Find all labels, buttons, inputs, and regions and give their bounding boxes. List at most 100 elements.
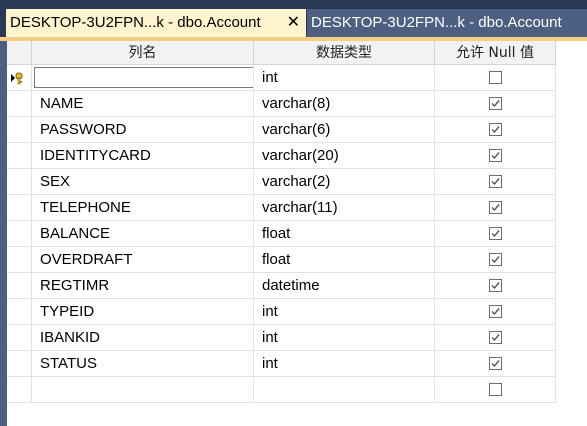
table-row[interactable]: IDENTITYCARD varchar(20) <box>7 143 556 169</box>
allow-null-cell <box>435 65 556 91</box>
table-row[interactable]: OVERDRAFT float <box>7 247 556 273</box>
header-allow-null[interactable]: 允许 Null 值 <box>435 41 556 65</box>
data-type-cell[interactable]: varchar(6) <box>254 117 435 143</box>
allow-null-cell <box>435 117 556 143</box>
allow-null-checkbox[interactable] <box>488 382 502 396</box>
allow-null-cell <box>435 221 556 247</box>
column-name-cell[interactable]: REGTIMR <box>32 273 254 299</box>
row-selector[interactable] <box>7 169 32 195</box>
row-selector[interactable] <box>7 325 32 351</box>
header-corner <box>7 41 32 65</box>
table-row[interactable]: IBANKID int <box>7 325 556 351</box>
table-row[interactable]: TYPEID int <box>7 299 556 325</box>
allow-null-cell <box>435 351 556 377</box>
table-row[interactable]: PASSWORD varchar(6) <box>7 117 556 143</box>
column-name-cell[interactable]: TYPEID <box>32 299 254 325</box>
column-name-cell[interactable]: TELEPHONE <box>32 195 254 221</box>
row-selector[interactable] <box>7 221 32 247</box>
row-selector[interactable] <box>7 273 32 299</box>
left-panel-edge <box>0 41 7 426</box>
checkmark-icon <box>491 359 500 367</box>
allow-null-cell <box>435 273 556 299</box>
allow-null-checkbox-checked[interactable] <box>488 200 502 214</box>
allow-null-checkbox-checked[interactable] <box>488 356 502 370</box>
data-type-cell[interactable]: int <box>254 299 435 325</box>
checkmark-icon <box>491 125 500 133</box>
data-type-cell[interactable]: varchar(11) <box>254 195 435 221</box>
column-name-cell[interactable]: IDENTITYCARD <box>32 143 254 169</box>
column-name-text: NAME <box>40 95 84 112</box>
allow-null-checkbox-checked[interactable] <box>488 96 502 110</box>
row-selector[interactable] <box>7 377 32 403</box>
checkmark-icon <box>491 333 500 341</box>
column-name-cell[interactable] <box>32 377 254 403</box>
data-type-text: int <box>262 355 278 372</box>
data-type-cell[interactable]: varchar(8) <box>254 91 435 117</box>
column-name-cell[interactable]: STATUS <box>32 351 254 377</box>
column-name-cell[interactable]: PASSWORD <box>32 117 254 143</box>
column-name-cell[interactable] <box>32 65 254 91</box>
data-type-text: varchar(8) <box>262 95 331 112</box>
row-selector[interactable] <box>7 195 32 221</box>
column-name-cell[interactable]: NAME <box>32 91 254 117</box>
allow-null-checkbox-checked[interactable] <box>488 278 502 292</box>
row-selector[interactable] <box>7 91 32 117</box>
data-type-cell[interactable]: float <box>254 221 435 247</box>
allow-null-checkbox-checked[interactable] <box>488 148 502 162</box>
allow-null-checkbox-checked[interactable] <box>488 330 502 344</box>
tab-title: DESKTOP-3U2FPN...k - dbo.Account <box>311 14 562 31</box>
column-name-cell[interactable]: SEX <box>32 169 254 195</box>
table-row[interactable]: REGTIMR datetime <box>7 273 556 299</box>
data-type-cell[interactable]: int <box>254 65 435 91</box>
allow-null-checkbox-checked[interactable] <box>488 304 502 318</box>
column-name-text: TYPEID <box>40 303 95 320</box>
document-tab-strip: DESKTOP-3U2FPN...k - dbo.Account ✕ DESKT… <box>0 0 587 37</box>
table-row[interactable]: int <box>7 65 556 91</box>
row-selector[interactable] <box>7 117 32 143</box>
data-type-text: int <box>262 69 278 86</box>
allow-null-checkbox[interactable] <box>488 70 502 84</box>
header-column-name[interactable]: 列名 <box>32 41 254 65</box>
data-type-cell[interactable]: float <box>254 247 435 273</box>
table-row[interactable]: BALANCE float <box>7 221 556 247</box>
column-name-text: SEX <box>40 173 71 190</box>
data-type-cell[interactable]: int <box>254 325 435 351</box>
data-type-cell[interactable]: datetime <box>254 273 435 299</box>
checkmark-icon <box>491 151 500 159</box>
row-selector[interactable] <box>7 143 32 169</box>
table-row[interactable]: SEX varchar(2) <box>7 169 556 195</box>
row-selector[interactable] <box>7 299 32 325</box>
allow-null-checkbox-checked[interactable] <box>488 174 502 188</box>
table-row[interactable]: NAME varchar(8) <box>7 91 556 117</box>
allow-null-checkbox-checked[interactable] <box>488 252 502 266</box>
data-type-cell[interactable]: int <box>254 351 435 377</box>
allow-null-cell <box>435 377 556 403</box>
column-name-cell[interactable]: BALANCE <box>32 221 254 247</box>
data-type-cell[interactable]: varchar(20) <box>254 143 435 169</box>
row-selector[interactable] <box>7 351 32 377</box>
row-selector[interactable] <box>7 65 32 91</box>
column-name-input[interactable] <box>34 67 253 88</box>
column-design-grid: 列名 数据类型 允许 Null 值 int NAME varchar(8) PASSW… <box>7 41 587 426</box>
tab-account-inactive[interactable]: DESKTOP-3U2FPN...k - dbo.Account <box>307 9 587 37</box>
close-icon[interactable]: ✕ <box>287 9 300 37</box>
checkmark-icon <box>491 255 500 263</box>
tab-account-active[interactable]: DESKTOP-3U2FPN...k - dbo.Account ✕ <box>6 9 306 37</box>
header-data-type[interactable]: 数据类型 <box>254 41 435 65</box>
allow-null-checkbox-checked[interactable] <box>488 122 502 136</box>
row-selector[interactable] <box>7 247 32 273</box>
allow-null-checkbox-checked[interactable] <box>488 226 502 240</box>
column-name-text: PASSWORD <box>40 121 127 138</box>
tab-title: DESKTOP-3U2FPN...k - dbo.Account <box>10 14 261 31</box>
table-row[interactable]: STATUS int <box>7 351 556 377</box>
data-type-text: float <box>262 251 291 268</box>
data-type-cell[interactable]: varchar(2) <box>254 169 435 195</box>
column-name-cell[interactable]: IBANKID <box>32 325 254 351</box>
data-type-text: int <box>262 329 278 346</box>
grid-header-row: 列名 数据类型 允许 Null 值 <box>7 41 556 65</box>
data-type-cell[interactable] <box>254 377 435 403</box>
table-row[interactable] <box>7 377 556 403</box>
table-row[interactable]: TELEPHONE varchar(11) <box>7 195 556 221</box>
data-type-text: datetime <box>262 277 320 294</box>
column-name-cell[interactable]: OVERDRAFT <box>32 247 254 273</box>
